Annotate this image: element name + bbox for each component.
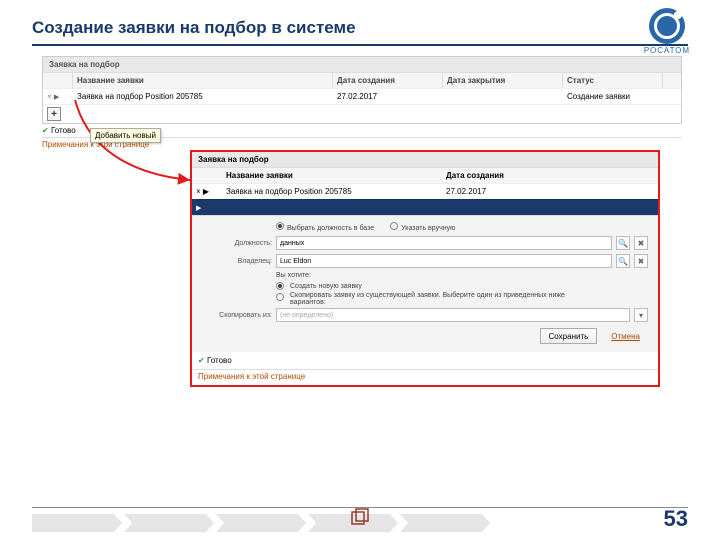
delete-row-icon[interactable]: ×: [47, 92, 52, 101]
active-expanded-row[interactable]: ▶: [192, 199, 658, 215]
radio-icon: [276, 293, 284, 301]
clear-icon[interactable]: ✖: [634, 236, 648, 250]
expand-row-icon[interactable]: ▶: [203, 187, 209, 196]
chevron-step: [400, 514, 490, 532]
cell-closed: [443, 89, 563, 104]
cell2-name: Заявка на подбор Position 205785: [222, 184, 442, 199]
opt-copy-existing[interactable]: Скопировать заявку из существующей заявк…: [276, 292, 648, 306]
col2-created[interactable]: Дата создания: [442, 168, 572, 183]
logo-mark-icon: [649, 8, 685, 44]
dropdown-icon[interactable]: ▾: [634, 308, 648, 322]
logo-text: РОСАТОМ: [644, 46, 690, 55]
radio-db[interactable]: Выбрать должность в базе: [276, 222, 374, 232]
search-icon[interactable]: 🔍: [616, 236, 630, 250]
radio-icon: [390, 222, 398, 230]
cancel-button[interactable]: Отмена: [603, 328, 648, 344]
title-divider: [32, 44, 688, 46]
owner-input[interactable]: Luc Eldon: [276, 254, 612, 268]
cell-status: Создание заявки: [563, 89, 663, 104]
add-tooltip: Добавить новый: [90, 128, 161, 143]
screenshot-form: Заявка на подбор Название заявки Дата со…: [190, 150, 660, 387]
add-row-button[interactable]: +: [47, 107, 61, 121]
brand-logo: РОСАТОМ: [644, 8, 690, 55]
check-icon: ✔: [42, 126, 49, 135]
chevron-step: [32, 514, 122, 532]
col-name[interactable]: Название заявки: [73, 73, 333, 88]
clear-icon[interactable]: ✖: [634, 254, 648, 268]
copy-from-label: Скопировать из:: [202, 312, 272, 319]
opt-create-new[interactable]: Создать новую заявку: [276, 282, 648, 290]
radio-manual[interactable]: Указать вручную: [390, 222, 455, 232]
check-icon: ✔: [198, 356, 205, 365]
ready-status-2: ✔ Готово: [192, 354, 658, 367]
position-label: Должность:: [202, 240, 272, 247]
chevron-step: [216, 514, 306, 532]
footer-copy-icon: [349, 507, 371, 532]
position-input[interactable]: данных: [276, 236, 612, 250]
page-number: 53: [664, 506, 688, 532]
chevron-step: [124, 514, 214, 532]
col-status[interactable]: Статус: [563, 73, 663, 88]
table-row[interactable]: × ▶ Заявка на подбор Position 205785 27.…: [192, 183, 658, 199]
page-notes-link-2[interactable]: Примечания к этой странице: [192, 369, 658, 385]
save-button[interactable]: Сохранить: [540, 328, 598, 344]
expand-row-icon[interactable]: ▶: [54, 94, 59, 101]
you-want-label: Вы хотите:: [276, 272, 648, 279]
radio-icon: [276, 282, 284, 290]
col2-name[interactable]: Название заявки: [222, 168, 442, 183]
chevron-right-icon: ▶: [196, 205, 201, 212]
col-created[interactable]: Дата создания: [333, 73, 443, 88]
radio-icon: [276, 222, 284, 230]
cell2-created: 27.02.2017: [442, 184, 572, 199]
owner-label: Владелец:: [202, 258, 272, 265]
create-request-form: Выбрать должность в базе Указать вручную…: [192, 215, 658, 352]
search-icon[interactable]: 🔍: [616, 254, 630, 268]
callout-arrow-icon: [70, 95, 200, 195]
col-closed[interactable]: Дата закрытия: [443, 73, 563, 88]
copy-from-input[interactable]: (не определено): [276, 308, 630, 322]
panel-header-2: Заявка на подбор: [192, 152, 658, 167]
slide-title: Создание заявки на подбор в системе: [32, 18, 688, 38]
panel-header: Заявка на подбор: [43, 57, 681, 72]
cell-created: 27.02.2017: [333, 89, 443, 104]
